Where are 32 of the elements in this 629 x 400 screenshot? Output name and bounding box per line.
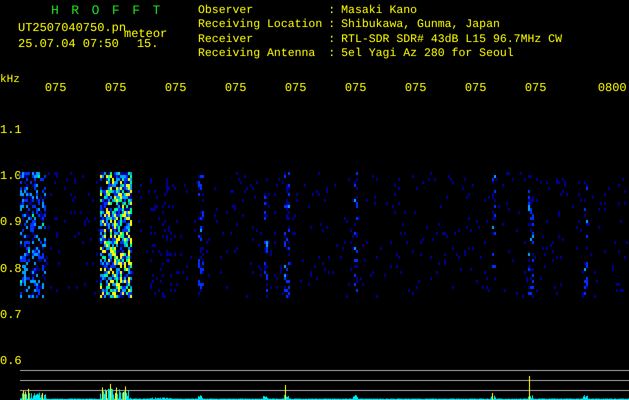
frequency-label: 0.7 xyxy=(0,308,20,324)
axis-unit: kHz xyxy=(0,74,20,86)
info-value: 5el Yagi Az 280 for Seoul xyxy=(341,48,515,62)
separator: : xyxy=(328,5,336,19)
frequency-label: 0.8 xyxy=(0,262,20,278)
time-label: 075 xyxy=(464,81,486,95)
time-label: 075 xyxy=(404,81,426,95)
separator: : xyxy=(328,19,336,34)
info-label: Observer xyxy=(198,5,254,18)
frequency-label: 0.9 xyxy=(0,215,20,232)
time-label: 075 xyxy=(44,81,66,95)
time-label: 075 xyxy=(284,81,306,95)
event-tag: meteor xyxy=(124,22,168,38)
info-value: RTL-SDR SDR# 43dB L15 96.7MHz CW xyxy=(341,34,562,48)
separator: : xyxy=(328,34,336,48)
frequency-label: 0.6 xyxy=(0,354,20,370)
program-title: HROFFT xyxy=(50,5,174,17)
count-value: 15. xyxy=(136,38,158,53)
frequency-label: 1.1 xyxy=(0,123,20,139)
time-label: 075 xyxy=(524,81,546,95)
info-value: Shibukawa, Gunma, Japan xyxy=(341,19,501,34)
info-label: Receiving Location xyxy=(198,19,322,34)
info-label: Receiver xyxy=(198,34,254,48)
info-label: Receiving Antenna xyxy=(198,48,316,62)
time-label: 0800 xyxy=(598,81,627,95)
time-label: 075 xyxy=(224,81,246,95)
time-label: 075 xyxy=(344,81,366,95)
info-value: Masaki Kano xyxy=(341,5,418,18)
time-label: 075 xyxy=(164,81,186,95)
time-label: 075 xyxy=(104,81,126,95)
separator: : xyxy=(328,48,336,62)
timestamp: 25.07.04 07:50 xyxy=(18,38,119,53)
